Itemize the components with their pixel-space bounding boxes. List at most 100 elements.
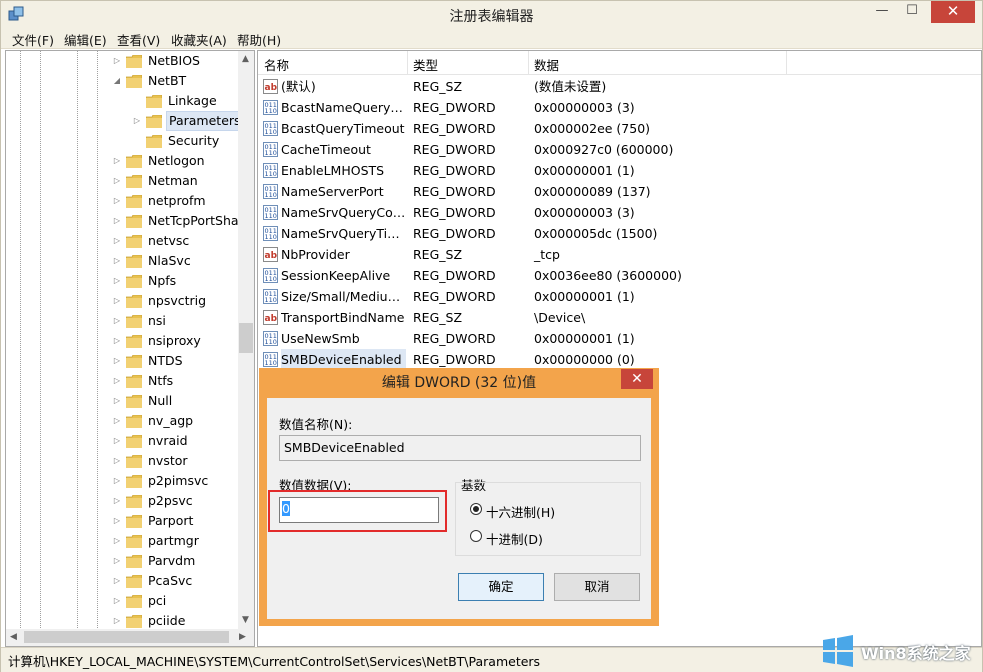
tree-node-label[interactable]: netvsc — [146, 231, 191, 251]
collapsed-arrow-icon[interactable]: ▷ — [112, 211, 122, 231]
collapsed-arrow-icon[interactable]: ▷ — [112, 191, 122, 211]
tree-node-label[interactable]: pciide — [146, 611, 187, 631]
column-header-name[interactable]: 名称 — [264, 55, 289, 74]
collapsed-arrow-icon[interactable]: ▷ — [112, 571, 122, 591]
tree-vertical-scrollbar[interactable]: ▲ ▼ — [238, 51, 254, 629]
tree-node-label[interactable]: Parameters — [166, 111, 244, 131]
tree-node-label[interactable]: NetBIOS — [146, 51, 202, 71]
tree-node[interactable]: ▷ Parameters — [6, 111, 244, 131]
radio-decimal-label[interactable]: 十进制(D) — [486, 529, 543, 548]
tree-node-label[interactable]: nsiproxy — [146, 331, 203, 351]
tree-node-label[interactable]: NlaSvc — [146, 251, 193, 271]
value-name[interactable]: BcastQueryTimeout — [281, 118, 406, 139]
tree-node-label[interactable]: nvraid — [146, 431, 190, 451]
value-name[interactable]: BcastNameQueryC... — [281, 97, 406, 118]
tree-horizontal-scrollbar[interactable]: ◀ ▶ — [6, 629, 254, 646]
menu-edit[interactable]: 编辑(E) — [64, 30, 107, 49]
tree-node-label[interactable]: NetBT — [146, 71, 188, 91]
collapsed-arrow-icon[interactable]: ▷ — [112, 371, 122, 391]
table-row[interactable]: 011 110 NameServerPort REG_DWORD 0x00000089 … — [258, 181, 981, 202]
collapsed-arrow-icon[interactable]: ▷ — [112, 471, 122, 491]
column-divider[interactable] — [528, 51, 529, 74]
table-row[interactable]: ab (默认) REG_SZ (数值未设置) — [258, 76, 981, 97]
tree-node[interactable]: ▷ pciide — [6, 611, 236, 631]
tree-node-label[interactable]: netprofm — [146, 191, 208, 211]
tree-node[interactable]: ▷ netprofm — [6, 191, 236, 211]
collapsed-arrow-icon[interactable]: ▷ — [112, 231, 122, 251]
tree-node-label[interactable]: Security — [166, 131, 221, 151]
collapsed-arrow-icon[interactable]: ▷ — [112, 611, 122, 631]
tree-node[interactable]: ▷ NetTcpPortSha — [6, 211, 239, 231]
collapsed-arrow-icon[interactable]: ▷ — [112, 391, 122, 411]
collapsed-arrow-icon[interactable]: ▷ — [112, 591, 122, 611]
value-data-input[interactable]: 0 — [279, 497, 439, 523]
tree-node[interactable]: ▷ Null — [6, 391, 236, 411]
tree-node-label[interactable]: Parport — [146, 511, 195, 531]
tree-node[interactable]: Security — [6, 131, 236, 151]
tree-node[interactable]: ▷ Parvdm — [6, 551, 236, 571]
dialog-close-button[interactable]: ✕ — [621, 369, 653, 389]
radio-hexadecimal[interactable] — [470, 503, 482, 515]
table-row[interactable]: 011 110 BcastQueryTimeout REG_DWORD 0x000002… — [258, 118, 981, 139]
tree-node[interactable]: ▷ NTDS — [6, 351, 236, 371]
tree-node[interactable]: ◢ NetBT — [6, 71, 236, 91]
collapsed-arrow-icon[interactable]: ▷ — [112, 551, 122, 571]
value-name[interactable]: SessionKeepAlive — [281, 265, 406, 286]
tree-node[interactable]: ▷ nvraid — [6, 431, 236, 451]
tree-node[interactable]: ▷ PcaSvc — [6, 571, 236, 591]
tree-node-label[interactable]: nv_agp — [146, 411, 195, 431]
table-row[interactable]: 011 110 CacheTimeout REG_DWORD 0x000927c0 (6… — [258, 139, 981, 160]
scroll-thumb[interactable] — [239, 323, 253, 353]
tree-node[interactable]: ▷ Ntfs — [6, 371, 236, 391]
ok-button[interactable]: 确定 — [458, 573, 544, 601]
menu-favorites[interactable]: 收藏夹(A) — [171, 30, 227, 49]
tree-node[interactable]: ▷ partmgr — [6, 531, 236, 551]
scroll-thumb[interactable] — [24, 631, 229, 643]
tree-node-label[interactable]: nsi — [146, 311, 168, 331]
collapsed-arrow-icon[interactable]: ▷ — [112, 491, 122, 511]
table-row[interactable]: 011 110 EnableLMHOSTS REG_DWORD 0x00000001 (… — [258, 160, 981, 181]
value-name[interactable]: NameSrvQueryTim... — [281, 223, 406, 244]
tree-node[interactable]: ▷ NlaSvc — [6, 251, 236, 271]
value-name[interactable]: SMBDeviceEnabled — [281, 349, 406, 370]
table-row[interactable]: 011 110 NameSrvQueryCount REG_DWORD 0x000000… — [258, 202, 981, 223]
tree-node-label[interactable]: NTDS — [146, 351, 185, 371]
tree-node[interactable]: ▷ nsi — [6, 311, 236, 331]
tree-node-label[interactable]: Linkage — [166, 91, 219, 111]
table-row[interactable]: ab NbProvider REG_SZ _tcp — [258, 244, 981, 265]
maximize-button[interactable]: ☐ — [897, 1, 927, 23]
tree-node-label[interactable]: Ntfs — [146, 371, 175, 391]
expanded-arrow-icon[interactable]: ◢ — [112, 71, 122, 91]
tree-node[interactable]: ▷ Parport — [6, 511, 236, 531]
menu-file[interactable]: 文件(F) — [12, 30, 54, 49]
radio-hexadecimal-label[interactable]: 十六进制(H) — [486, 502, 555, 521]
tree-node[interactable]: ▷ pci — [6, 591, 236, 611]
table-row[interactable]: 011 110 NameSrvQueryTim... REG_DWORD 0x00000… — [258, 223, 981, 244]
collapsed-arrow-icon[interactable]: ▷ — [112, 451, 122, 471]
value-name[interactable]: TransportBindName — [281, 307, 406, 328]
scroll-left-icon[interactable]: ◀ — [10, 632, 17, 642]
tree-node-label[interactable]: Null — [146, 391, 174, 411]
column-divider[interactable] — [407, 51, 408, 74]
tree-node-label[interactable]: Netman — [146, 171, 200, 191]
tree-node[interactable]: ▷ npsvctrig — [6, 291, 236, 311]
collapsed-arrow-icon[interactable]: ▷ — [132, 111, 142, 131]
menu-help[interactable]: 帮助(H) — [237, 30, 281, 49]
collapsed-arrow-icon[interactable]: ▷ — [112, 171, 122, 191]
tree-node[interactable]: Linkage — [6, 91, 236, 111]
tree-node-label[interactable]: NetTcpPortSha — [146, 211, 241, 231]
column-divider[interactable] — [786, 51, 787, 74]
tree-node[interactable]: ▷ Netman — [6, 171, 236, 191]
collapsed-arrow-icon[interactable]: ▷ — [112, 431, 122, 451]
tree-node[interactable]: ▷ netvsc — [6, 231, 236, 251]
tree-node[interactable]: ▷ nsiproxy — [6, 331, 236, 351]
scroll-down-icon[interactable]: ▼ — [242, 615, 249, 625]
table-row[interactable]: 011 110 BcastNameQueryC... REG_DWORD 0x00000… — [258, 97, 981, 118]
table-row[interactable]: 011 110 UseNewSmb REG_DWORD 0x00000001 (1) — [258, 328, 981, 349]
collapsed-arrow-icon[interactable]: ▷ — [112, 311, 122, 331]
collapsed-arrow-icon[interactable]: ▷ — [112, 151, 122, 171]
value-name[interactable]: NameServerPort — [281, 181, 406, 202]
column-header-data[interactable]: 数据 — [534, 55, 559, 74]
collapsed-arrow-icon[interactable]: ▷ — [112, 51, 122, 71]
value-name[interactable]: NameSrvQueryCount — [281, 202, 406, 223]
